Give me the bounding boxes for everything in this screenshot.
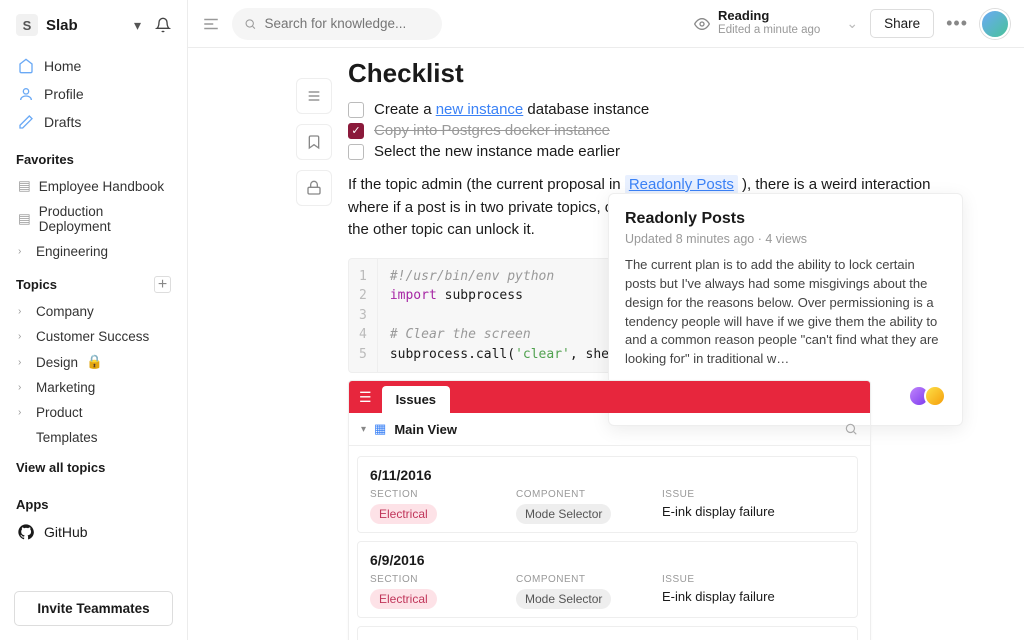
popover-avatars [914, 385, 946, 407]
outline-tool[interactable] [296, 78, 332, 114]
search-field[interactable] [232, 8, 442, 40]
lock-icon: 🔒 [86, 354, 103, 370]
nav-label: Drafts [44, 114, 81, 130]
checkbox[interactable] [348, 102, 364, 118]
topic-item[interactable]: ›Design🔒 [8, 349, 179, 375]
issue-card[interactable]: 5/8/2016 SECTION COMPONENT ISSUE [357, 626, 858, 640]
status-subtitle: Edited a minute ago [718, 24, 820, 37]
component-pill: Mode Selector [516, 504, 611, 524]
nav-home[interactable]: Home [8, 52, 179, 80]
collapse-icon[interactable]: ▾ [361, 424, 366, 435]
topics-heading: Topics [16, 277, 154, 292]
checklist-item[interactable]: ✓ Copy into Postgres docker instance [348, 122, 964, 139]
grid-icon: ▦ [374, 421, 386, 437]
reactions-tool[interactable] [296, 170, 332, 206]
issue-text: E-ink display failure [662, 589, 775, 604]
favorite-item[interactable]: ›Engineering [8, 239, 179, 264]
topic-item[interactable]: Templates [8, 425, 179, 450]
issue-card[interactable]: 6/11/2016 SECTIONElectrical COMPONENTMod… [357, 456, 858, 533]
inline-link[interactable]: new instance [436, 101, 524, 118]
line-gutter: 12345 [349, 259, 378, 373]
apps-heading: Apps [16, 497, 171, 512]
search-icon [244, 17, 256, 31]
main: Reading Edited a minute ago ⌄ Share ••• … [188, 0, 1024, 640]
topic-item[interactable]: ›Company [8, 299, 179, 324]
issues-list[interactable]: 6/11/2016 SECTIONElectrical COMPONENTMod… [349, 446, 870, 640]
issue-date: 6/11/2016 [370, 467, 845, 483]
search-icon[interactable] [844, 422, 858, 436]
bell-icon[interactable] [155, 17, 171, 33]
chevron-down-icon: ⌄ [846, 15, 858, 32]
issue-date: 6/9/2016 [370, 552, 845, 568]
checklist-item[interactable]: Select the new instance made earlier [348, 143, 964, 160]
issue-card[interactable]: 6/9/2016 SECTIONElectrical COMPONENTMode… [357, 541, 858, 618]
menu-icon[interactable]: ☰ [359, 389, 372, 406]
workspace-name: Slab [46, 17, 134, 34]
sidebar: S Slab ▾ Home Profile Drafts Favorites ▤ [0, 0, 188, 640]
post-mention-link[interactable]: Readonly Posts [625, 175, 738, 194]
nav-label: Home [44, 58, 81, 74]
view-all-topics[interactable]: View all topics [0, 450, 187, 485]
favorites-heading: Favorites [16, 152, 171, 167]
eye-icon [694, 16, 710, 32]
nav-drafts[interactable]: Drafts [8, 108, 179, 136]
popover-title: Readonly Posts [625, 210, 946, 228]
section-pill: Electrical [370, 589, 437, 609]
status-dropdown[interactable]: Reading Edited a minute ago ⌄ [694, 9, 858, 37]
topic-item[interactable]: ›Marketing [8, 375, 179, 400]
app-label: GitHub [44, 524, 88, 540]
page-title: Checklist [348, 58, 964, 89]
section-pill: Electrical [370, 504, 437, 524]
avatar [924, 385, 946, 407]
popover-meta: Updated 8 minutes ago · 4 views [625, 232, 946, 246]
topic-item[interactable]: ›Product [8, 400, 179, 425]
favorite-item[interactable]: ▤Employee Handbook [8, 173, 179, 199]
add-topic-button[interactable]: + [154, 276, 171, 293]
status-title: Reading [718, 9, 820, 24]
github-icon [18, 524, 34, 540]
issue-text: E-ink display failure [662, 504, 775, 519]
app-github[interactable]: GitHub [0, 518, 187, 546]
chevron-down-icon: ▾ [134, 17, 141, 34]
share-button[interactable]: Share [870, 9, 934, 38]
popover-body: The current plan is to add the ability t… [625, 256, 946, 369]
workspace-badge: S [16, 14, 38, 36]
topbar: Reading Edited a minute ago ⌄ Share ••• [188, 0, 1024, 48]
user-avatar[interactable] [980, 9, 1010, 39]
nav-label: Profile [44, 86, 84, 102]
issues-toolbar: ▾ ▦ Main View [349, 413, 870, 446]
checkbox-checked[interactable]: ✓ [348, 123, 364, 139]
topic-item[interactable]: ›Customer Success [8, 324, 179, 349]
tab-issues[interactable]: Issues [382, 386, 450, 413]
invite-teammates-button[interactable]: Invite Teammates [14, 591, 173, 626]
bookmark-tool[interactable] [296, 124, 332, 160]
issues-embed: ☰ Issues ▾ ▦ Main View 6/11/2016 SECTIO [348, 380, 871, 640]
outline-toggle-icon[interactable] [202, 15, 220, 33]
view-name[interactable]: Main View [394, 422, 457, 437]
component-pill: Mode Selector [516, 589, 611, 609]
favorite-item[interactable]: ▤Production Deployment [8, 199, 179, 239]
workspace-switcher[interactable]: S Slab ▾ [0, 14, 187, 48]
search-input[interactable] [264, 16, 430, 31]
more-menu-icon[interactable]: ••• [946, 13, 968, 34]
checklist-item[interactable]: Create a new instance database instance [348, 101, 964, 118]
checkbox[interactable] [348, 144, 364, 160]
nav-profile[interactable]: Profile [8, 80, 179, 108]
